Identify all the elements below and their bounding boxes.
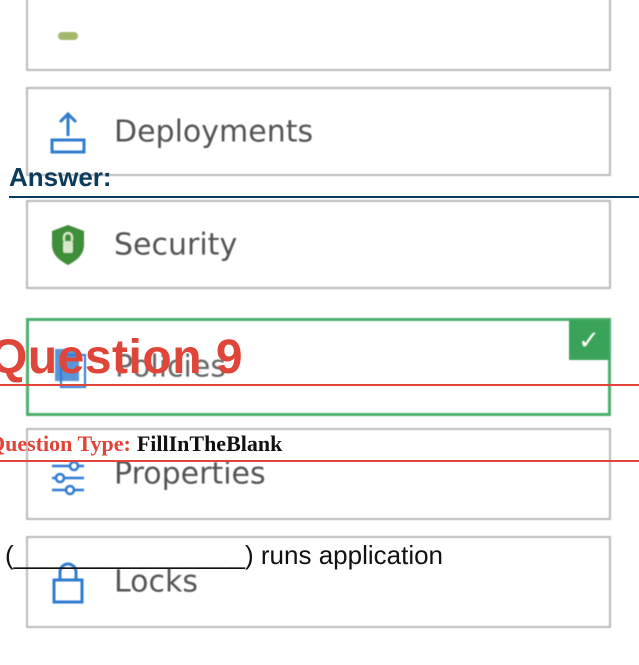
blade-item-label: Deployments [114, 114, 314, 149]
blade-item-label: Security [114, 227, 238, 262]
title-divider [0, 384, 639, 386]
answer-divider [9, 196, 639, 198]
question-type-value: FillInTheBlank [136, 431, 283, 456]
question-type: Question Type: FillInTheBlank [0, 431, 282, 457]
properties-icon [48, 452, 88, 496]
question-type-label: Question Type: [0, 431, 131, 456]
blade-item-top[interactable] [26, 0, 611, 71]
check-icon: ✓ [569, 320, 609, 360]
question-title: Question 9 [0, 331, 244, 384]
fill-in-blank-text: (________________) runs application [5, 540, 444, 570]
blade-item-security[interactable]: Security [26, 200, 611, 289]
question-type-divider [0, 460, 639, 462]
partial-icon [48, 32, 88, 76]
upload-icon [48, 110, 88, 154]
answer-label: Answer: [9, 162, 112, 192]
blade-item-deployments[interactable]: Deployments [26, 87, 611, 176]
shield-icon [48, 223, 88, 267]
